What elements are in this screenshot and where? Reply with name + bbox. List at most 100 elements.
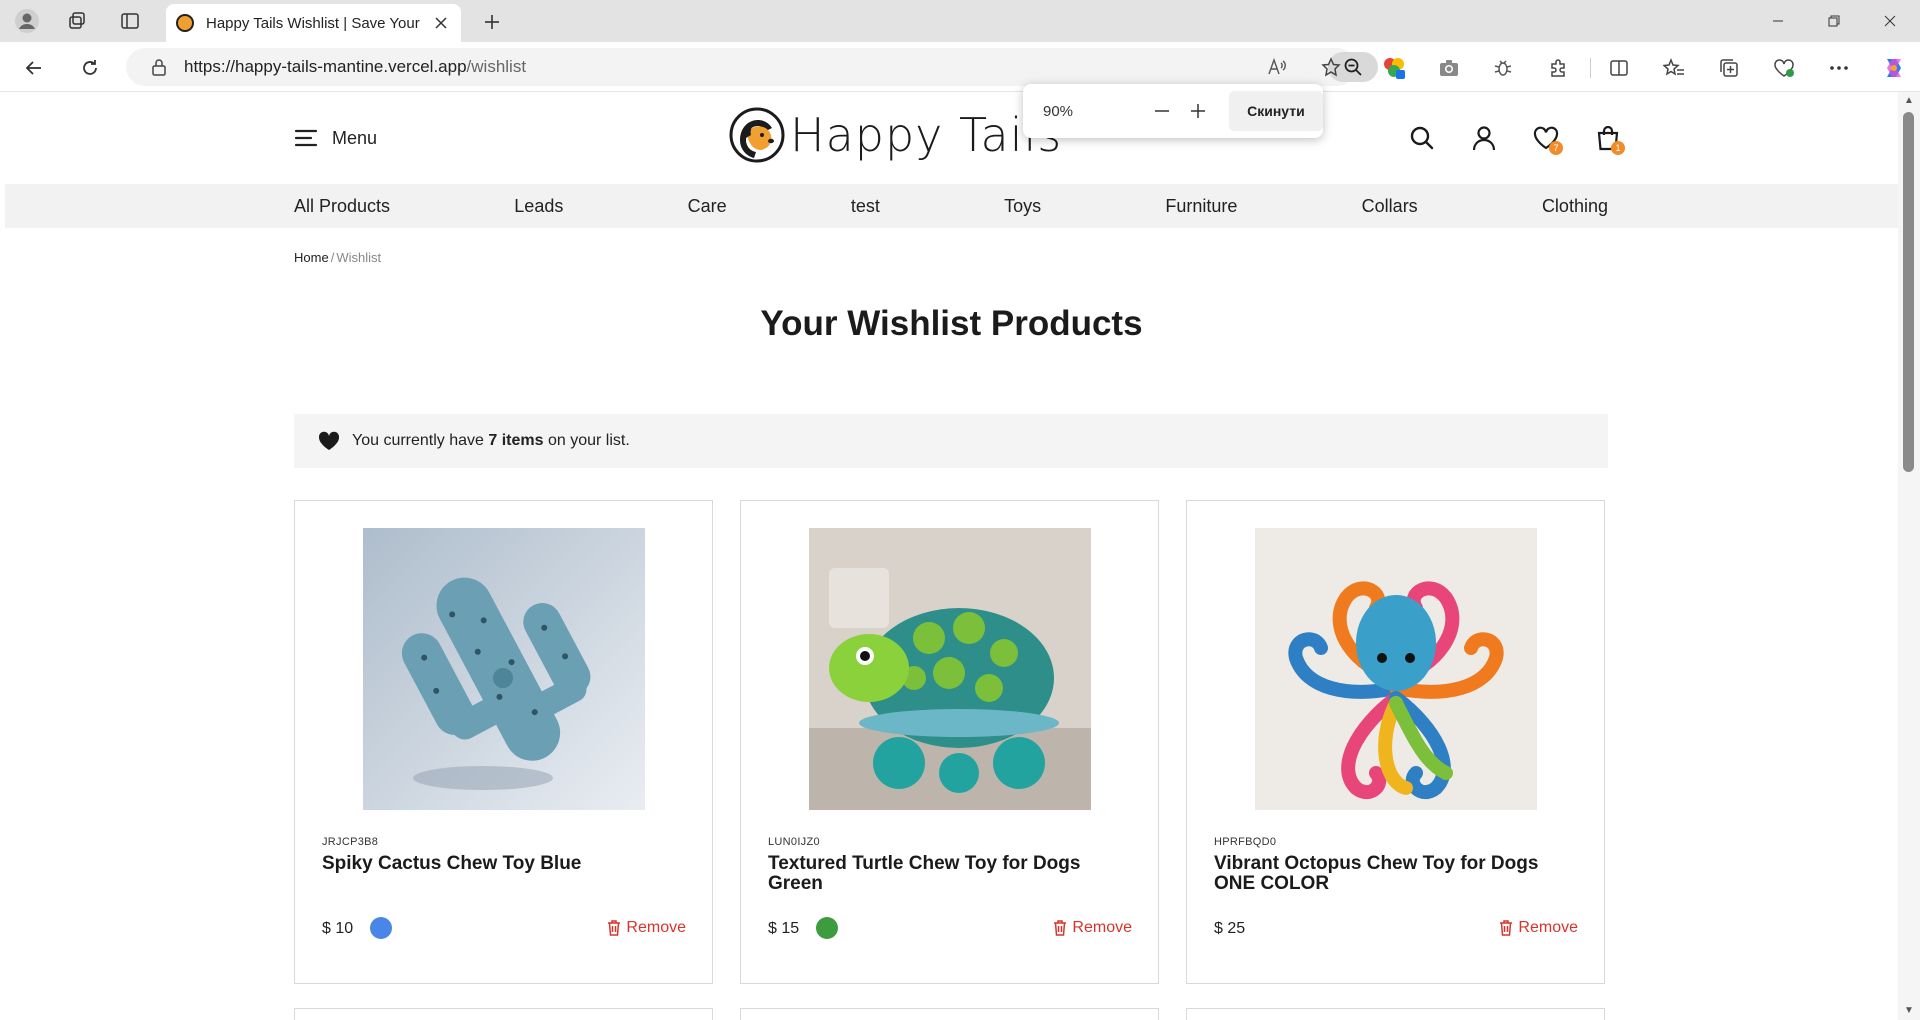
hamburger-icon xyxy=(294,129,318,147)
breadcrumb: Home / Wishlist xyxy=(294,250,381,265)
browser-window: Happy Tails Wishlist | Save Your Favorit… xyxy=(0,0,1920,1020)
tab-title: Happy Tails Wishlist | Save Your Favorit… xyxy=(206,14,423,32)
zoom-reset-button[interactable]: Скинути xyxy=(1228,91,1324,131)
product-name[interactable]: Vibrant Octopus Chew Toy for Dogs ONE CO… xyxy=(1214,854,1584,894)
page-scrollbar[interactable]: ▲ ▼ xyxy=(1898,92,1920,1020)
product-sku: HPRFBQD0 xyxy=(1214,836,1277,848)
site-logo[interactable]: Happy Tails xyxy=(728,106,1062,164)
cart-button[interactable]: 1 xyxy=(1577,119,1639,157)
breadcrumb-current: Wishlist xyxy=(336,250,382,265)
extension-bug-icon[interactable] xyxy=(1489,54,1517,82)
url-text: https://happy-tails-mantine.vercel.app/w… xyxy=(184,57,527,76)
address-bar-row: https://happy-tails-mantine.vercel.app/w… xyxy=(0,42,1920,92)
notice-text: You currently have 7 items on your list. xyxy=(352,432,630,449)
minimize-window-button[interactable] xyxy=(1750,0,1806,42)
page-title: Your Wishlist Products xyxy=(760,304,1143,343)
favorites-icon[interactable] xyxy=(1660,54,1688,82)
trash-icon xyxy=(1500,920,1513,936)
close-tab-icon[interactable] xyxy=(431,13,451,33)
wishlist-button[interactable]: 7 xyxy=(1515,119,1577,157)
scrollbar-thumb[interactable] xyxy=(1903,112,1914,472)
product-name[interactable]: Spiky Cactus Chew Toy Blue xyxy=(322,854,692,874)
tab-strip: Happy Tails Wishlist | Save Your Favorit… xyxy=(0,0,1920,42)
product-card[interactable]: JRJCP3B8 Spiky Cactus Chew Toy Blue $ 10… xyxy=(294,500,713,984)
remove-label: Remove xyxy=(1518,919,1578,936)
product-sku: LUN0IJZ0 xyxy=(768,836,820,848)
cart-count-badge: 1 xyxy=(1611,141,1625,155)
product-card[interactable]: LUN0IJZ0 Textured Turtle Chew Toy for Do… xyxy=(740,500,1159,984)
product-image-turtle[interactable] xyxy=(809,528,1091,810)
site-favicon-icon xyxy=(176,14,194,32)
collections-icon[interactable] xyxy=(1715,54,1743,82)
zoom-out-button[interactable] xyxy=(1147,96,1176,126)
category-leads[interactable]: Leads xyxy=(514,196,563,217)
scroll-up-arrow-icon[interactable]: ▲ xyxy=(1903,95,1915,107)
product-name[interactable]: Textured Turtle Chew Toy for Dogs Green xyxy=(768,854,1138,894)
scroll-down-arrow-icon[interactable]: ▼ xyxy=(1903,1005,1915,1017)
browser-essentials-icon[interactable] xyxy=(1770,54,1798,82)
product-image-octopus[interactable] xyxy=(1255,528,1537,810)
logo-text: Happy Tails xyxy=(790,108,1063,162)
remove-label: Remove xyxy=(626,919,686,936)
zoom-popup: 90% Скинути xyxy=(1023,84,1324,138)
breadcrumb-home[interactable]: Home xyxy=(294,250,329,265)
copilot-icon[interactable] xyxy=(1880,54,1908,82)
category-collars[interactable]: Collars xyxy=(1362,196,1418,217)
color-swatch-blue[interactable] xyxy=(370,917,392,939)
site-header: Menu Happy Tails 7 1 xyxy=(5,92,1898,184)
product-sku: JRJCP3B8 xyxy=(322,836,379,848)
product-card-partial[interactable] xyxy=(740,1008,1159,1020)
zoom-level: 90% xyxy=(1043,102,1074,120)
wishlist-count-notice: You currently have 7 items on your list. xyxy=(294,414,1608,468)
extension-colorful-icon[interactable] xyxy=(1380,54,1408,82)
category-nav: All Products Leads Care test Toys Furnit… xyxy=(5,184,1898,228)
filled-heart-icon xyxy=(318,430,340,452)
web-page: Menu Happy Tails 7 1 All Products Leads … xyxy=(5,92,1898,1020)
tab-actions-icon[interactable] xyxy=(115,6,145,36)
product-image-cactus[interactable] xyxy=(363,528,645,810)
restore-window-button[interactable] xyxy=(1806,0,1862,42)
profile-icon[interactable] xyxy=(12,6,42,36)
new-tab-button[interactable] xyxy=(478,8,506,36)
extensions-puzzle-icon[interactable] xyxy=(1544,54,1572,82)
category-clothing[interactable]: Clothing xyxy=(1542,196,1608,217)
zoom-in-button[interactable] xyxy=(1184,96,1213,126)
breadcrumb-separator: / xyxy=(330,250,335,265)
search-button[interactable] xyxy=(1391,119,1453,157)
remove-button[interactable]: Remove xyxy=(1499,919,1578,937)
reload-button[interactable] xyxy=(74,52,106,84)
category-care[interactable]: Care xyxy=(688,196,727,217)
read-aloud-icon[interactable] xyxy=(1264,54,1290,80)
dog-logo-icon xyxy=(729,107,785,163)
workspaces-icon[interactable] xyxy=(62,6,92,36)
product-price: $ 15 xyxy=(768,920,800,937)
menu-label: Menu xyxy=(332,127,378,148)
category-furniture[interactable]: Furniture xyxy=(1165,196,1237,217)
trash-icon xyxy=(608,920,621,936)
product-card[interactable]: HPRFBQD0 Vibrant Octopus Chew Toy for Do… xyxy=(1186,500,1605,984)
site-info-lock-icon[interactable] xyxy=(148,56,170,78)
remove-button[interactable]: Remove xyxy=(607,919,686,937)
category-toys[interactable]: Toys xyxy=(1004,196,1041,217)
screenshot-camera-icon[interactable] xyxy=(1435,54,1463,82)
remove-label: Remove xyxy=(1072,919,1132,936)
menu-button[interactable]: Menu xyxy=(294,122,377,154)
settings-more-icon[interactable] xyxy=(1825,54,1853,82)
category-all-products[interactable]: All Products xyxy=(294,196,390,217)
close-window-button[interactable] xyxy=(1862,0,1918,42)
category-test[interactable]: test xyxy=(851,196,880,217)
product-card-partial[interactable] xyxy=(294,1008,713,1020)
wishlist-count-badge: 7 xyxy=(1549,141,1563,155)
favorite-star-icon[interactable] xyxy=(1318,54,1344,80)
split-screen-icon[interactable] xyxy=(1605,54,1633,82)
color-swatch-green[interactable] xyxy=(816,917,838,939)
back-button[interactable] xyxy=(18,52,50,84)
product-price: $ 10 xyxy=(322,920,354,937)
toolbar-separator xyxy=(1590,58,1591,78)
active-tab[interactable]: Happy Tails Wishlist | Save Your Favorit… xyxy=(166,4,461,42)
remove-button[interactable]: Remove xyxy=(1053,919,1132,937)
search-icon xyxy=(1410,126,1434,150)
account-button[interactable] xyxy=(1453,119,1515,157)
product-card-partial[interactable] xyxy=(1186,1008,1605,1020)
address-bar[interactable]: https://happy-tails-mantine.vercel.app/w… xyxy=(126,48,1378,86)
